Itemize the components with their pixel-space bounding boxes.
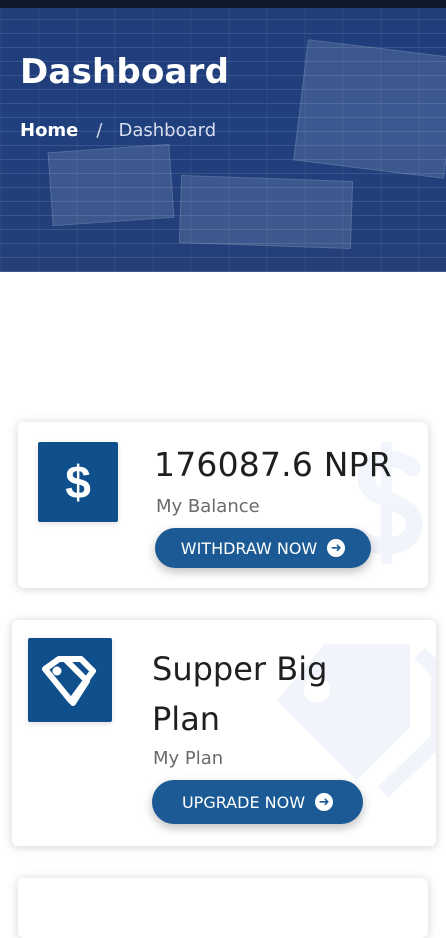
price-tags-icon bbox=[28, 638, 112, 722]
hero-paper-shape bbox=[47, 143, 175, 227]
balance-value: 176087.6 NPR bbox=[154, 445, 392, 484]
breadcrumb-separator: / bbox=[96, 120, 103, 141]
breadcrumb-current: Dashboard bbox=[118, 120, 217, 141]
balance-label: My Balance bbox=[156, 496, 260, 517]
arrow-circle-right-icon: ➜ bbox=[315, 793, 334, 811]
next-card bbox=[18, 878, 428, 938]
top-status-strip bbox=[0, 0, 446, 8]
hero-banner: Dashboard Home / Dashboard bbox=[0, 8, 446, 272]
upgrade-button-label: UPGRADE NOW bbox=[181, 792, 306, 812]
page-title: Dashboard bbox=[20, 52, 230, 92]
breadcrumb-home-link[interactable]: Home bbox=[20, 120, 78, 141]
balance-card: $ 176087.6 NPR My Balance WITHDRAW NOW ➜ bbox=[18, 422, 428, 588]
breadcrumb: Home / Dashboard bbox=[20, 120, 216, 141]
plan-card: Supper Big Plan My Plan UPGRADE NOW ➜ bbox=[12, 620, 436, 846]
dollar-glyph-icon: $ bbox=[65, 456, 91, 508]
withdraw-button-label: WITHDRAW NOW bbox=[180, 538, 318, 558]
tags-glyph-icon bbox=[42, 656, 96, 706]
withdraw-button[interactable]: WITHDRAW NOW ➜ bbox=[155, 528, 371, 568]
plan-value: Supper Big Plan bbox=[152, 650, 328, 738]
arrow-circle-right-icon: ➜ bbox=[327, 539, 346, 557]
plan-label: My Plan bbox=[153, 748, 224, 769]
hero-paper-shape bbox=[178, 175, 354, 249]
upgrade-button[interactable]: UPGRADE NOW ➜ bbox=[152, 780, 363, 824]
hero-paper-shape bbox=[293, 39, 446, 179]
dollar-icon: $ bbox=[38, 442, 118, 522]
